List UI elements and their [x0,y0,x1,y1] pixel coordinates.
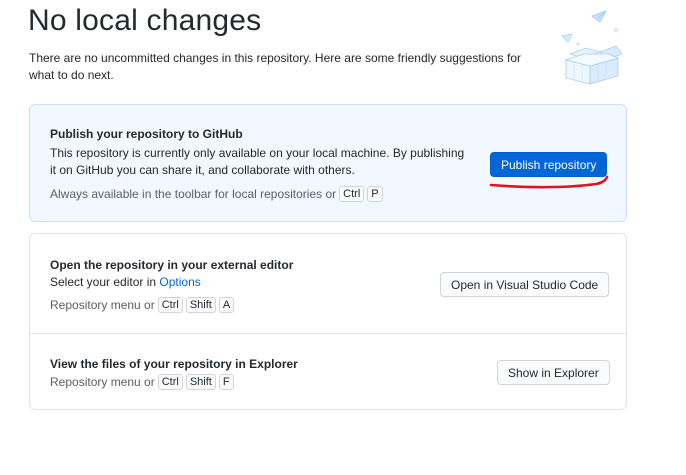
kbd-shift: Shift [185,297,216,313]
actions-card: Open the repository in your external edi… [29,233,627,410]
editor-description: Select your editor in Options [50,274,201,291]
kbd-p: P [367,186,383,202]
show-in-explorer-button[interactable]: Show in Explorer [497,360,610,385]
kbd-f: F [218,374,234,390]
editor-hint: Repository menu or Ctrl Shift A [50,297,235,313]
editor-section: Open the repository in your external edi… [30,234,626,334]
publish-description: This repository is currently only availa… [50,146,465,177]
kbd-ctrl: Ctrl [157,374,183,390]
explorer-hint-text: Repository menu or [50,375,155,389]
kbd-ctrl: Ctrl [157,297,183,313]
kbd-ctrl: Ctrl [339,186,365,202]
kbd-a: A [218,297,235,313]
publish-hint-text: Always available in the toolbar for loca… [50,187,337,201]
explorer-title: View the files of your repository in Exp… [50,357,298,371]
explorer-section: View the files of your repository in Exp… [30,334,626,410]
publish-hint: Always available in the toolbar for loca… [50,186,383,202]
editor-title: Open the repository in your external edi… [50,258,294,272]
empty-box-illustration-icon [556,6,628,86]
editor-desc-text: Select your editor in [50,275,157,289]
open-in-editor-button[interactable]: Open in Visual Studio Code [440,272,610,297]
publish-card: Publish your repository to GitHub This r… [29,104,627,222]
page-subtitle: There are no uncommitted changes in this… [29,51,522,82]
page-title: No local changes [28,4,262,37]
options-link[interactable]: Options [159,275,200,289]
editor-hint-text: Repository menu or [50,298,155,312]
explorer-hint: Repository menu or Ctrl Shift F [50,374,234,390]
kbd-shift: Shift [185,374,216,390]
publish-title: Publish your repository to GitHub [50,127,243,141]
red-underline-annotation-icon [489,175,609,189]
